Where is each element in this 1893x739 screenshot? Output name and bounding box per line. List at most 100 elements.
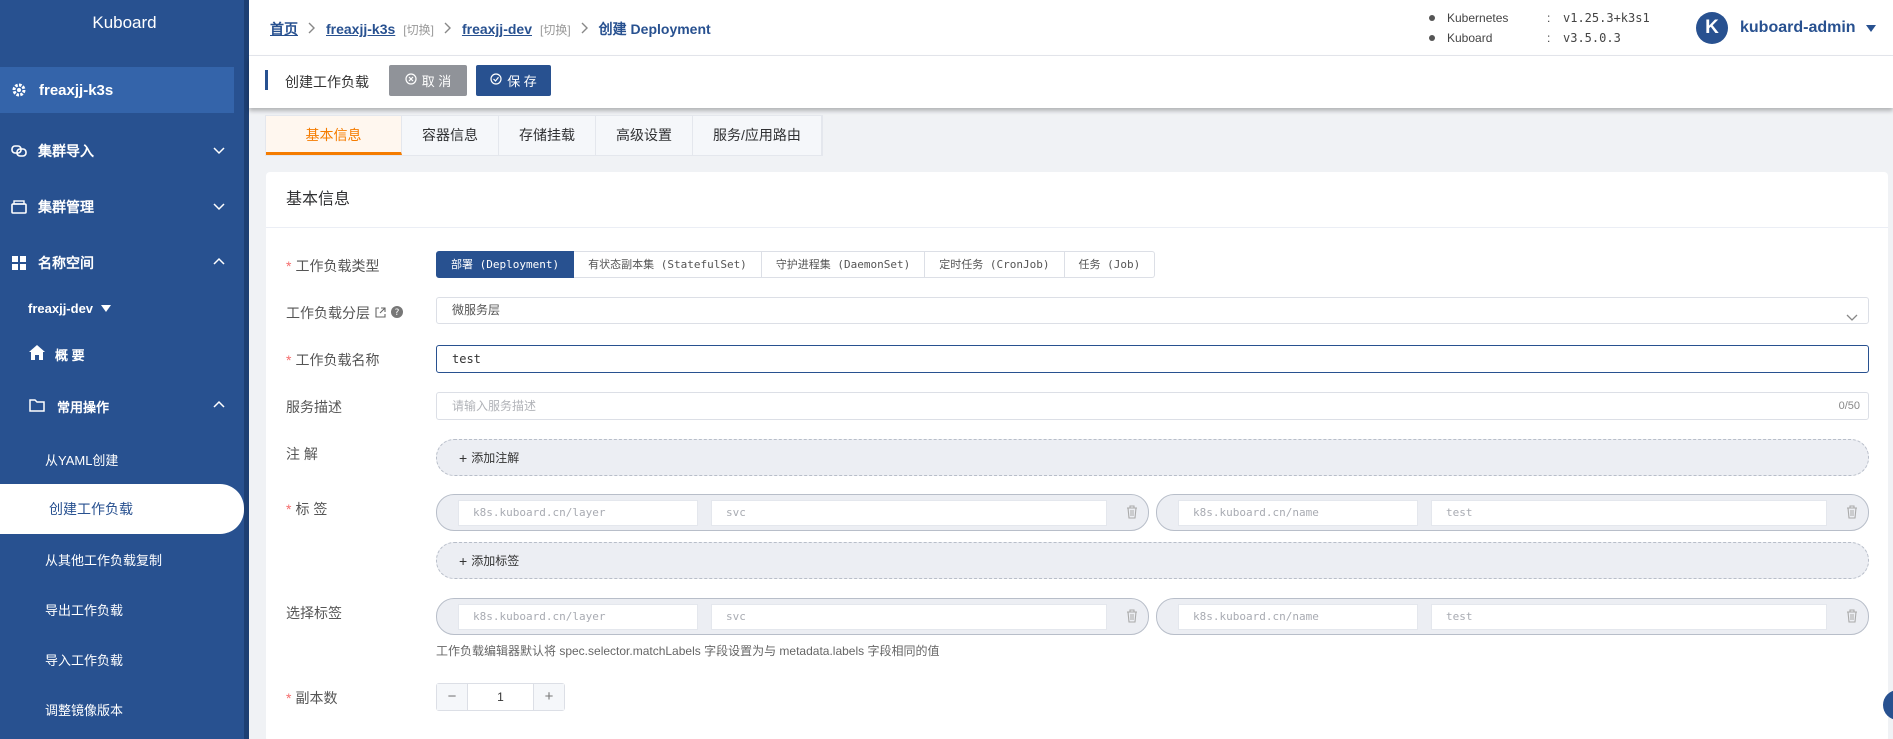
folder-icon	[29, 398, 45, 415]
sidebar-item-label: 常用操作	[57, 399, 110, 415]
workload-name-value: test	[452, 352, 481, 366]
trash-icon[interactable]	[1846, 505, 1858, 522]
sidebar-item-common-ops[interactable]: 常用操作	[0, 383, 244, 429]
breadcrumb-current: 创建 Deployment	[598, 21, 711, 37]
sidebar-item-label: 导出工作负载	[45, 602, 124, 618]
replicas-input[interactable]: 1	[467, 684, 534, 710]
sidebar-item-export-workload[interactable]: 导出工作负载	[0, 586, 244, 632]
version-row: Kubernetes : v1.25.3+k3s1	[1429, 8, 1650, 28]
caret-down-icon	[101, 301, 112, 316]
layer-select[interactable]: 微服务层	[436, 297, 1869, 324]
sidebar-item-label: 调整镜像版本	[45, 702, 124, 718]
selector-hint: 工作负载编辑器默认将 spec.selector.matchLabels 字段设…	[436, 644, 940, 658]
workload-type-cronjob[interactable]: 定时任务 (CronJob)	[925, 251, 1065, 278]
add-annotation-label: 添加注解	[471, 451, 520, 465]
sidebar-item-cluster-import[interactable]: 集群导入	[0, 128, 244, 174]
trash-icon[interactable]	[1126, 505, 1138, 522]
layer-label: 工作负载分层 ?	[286, 303, 403, 323]
external-link-icon[interactable]	[375, 305, 386, 321]
label-value-input[interactable]: test	[1431, 500, 1827, 526]
chevron-down-icon	[212, 143, 226, 160]
sidebar-item-namespace[interactable]: 名称空间	[0, 240, 244, 286]
avatar: K	[1696, 12, 1728, 44]
label-key-input[interactable]: k8s.kuboard.cn/name	[1178, 500, 1418, 526]
selector-value-input[interactable]: test	[1431, 604, 1827, 630]
namespace-label: freaxjj-dev	[28, 300, 94, 316]
tab-basic-info[interactable]: 基本信息	[266, 116, 402, 155]
version-value: v1.25.3+k3s1	[1563, 11, 1650, 25]
tab-advanced-settings[interactable]: 高级设置	[596, 116, 693, 155]
breadcrumb-home[interactable]: 首页	[270, 19, 298, 39]
gear-icon	[10, 81, 28, 99]
tab-container-info[interactable]: 容器信息	[402, 116, 499, 155]
sidebar-item-import-workload[interactable]: 导入工作负载	[0, 636, 244, 682]
tab-storage-mount[interactable]: 存储挂载	[499, 116, 596, 155]
label-value-input[interactable]: svc	[711, 500, 1107, 526]
user-menu[interactable]: K kuboard-admin	[1696, 12, 1876, 44]
caret-down-icon	[1865, 20, 1876, 36]
save-button[interactable]: 保 存	[476, 65, 551, 96]
trash-icon[interactable]	[1846, 609, 1858, 626]
selector-key-input[interactable]: k8s.kuboard.cn/layer	[458, 604, 698, 630]
bullet-icon	[1429, 35, 1435, 41]
workload-type-label: * 工作负载类型	[286, 258, 380, 274]
help-icon[interactable]: ?	[391, 305, 403, 321]
sidebar-item-adjust-image[interactable]: 调整镜像版本	[0, 686, 244, 732]
selector-label: 选择标签	[286, 605, 342, 621]
add-annotation-button[interactable]: + 添加注解	[436, 439, 1869, 476]
workload-type-deployment[interactable]: 部署 (Deployment)	[436, 251, 575, 278]
sidebar: Kuboard freaxjj-k3s 集群导入 集群管理 名称空间 freax…	[0, 0, 249, 739]
section-title: 基本信息	[266, 172, 1888, 228]
sidebar-item-label: 导入工作负载	[45, 652, 124, 668]
sidebar-item-cluster-manage[interactable]: 集群管理	[0, 184, 244, 230]
trash-icon[interactable]	[1126, 609, 1138, 626]
workload-type-group: 部署 (Deployment) 有状态副本集 (StatefulSet) 守护进…	[436, 251, 1156, 278]
annotation-label: 注 解	[286, 446, 318, 462]
chevron-right-icon	[444, 21, 452, 37]
sidebar-item-copy-workload[interactable]: 从其他工作负载复制	[0, 536, 244, 582]
sidebar-scrollbar[interactable]	[244, 0, 249, 739]
bullet-icon	[1429, 15, 1435, 21]
sidebar-item-label: 集群导入	[38, 143, 94, 159]
breadcrumb-namespace[interactable]: freaxjj-dev	[462, 21, 532, 37]
description-input[interactable]: 请输入服务描述 0/50	[436, 392, 1869, 420]
add-label-button[interactable]: + 添加标签	[436, 542, 1869, 579]
breadcrumb-switch-cluster[interactable]: [切换]	[403, 21, 434, 38]
form-tabs: 基本信息 容器信息 存储挂载 高级设置 服务/应用路由	[265, 115, 823, 156]
version-value: v3.5.0.3	[1563, 31, 1621, 45]
version-name: Kubernetes	[1447, 11, 1509, 25]
increment-button[interactable]: +	[534, 684, 564, 710]
username: kuboard-admin	[1740, 19, 1856, 36]
chevron-up-icon	[212, 398, 226, 415]
decrement-button[interactable]: −	[437, 684, 467, 710]
basic-info-card: 基本信息 * 工作负载类型 部署 (Deployment) 有状态副本集 (Sta…	[266, 172, 1888, 739]
sidebar-item-from-yaml[interactable]: 从YAML创建	[0, 436, 244, 482]
namespace-selector[interactable]: freaxjj-dev	[0, 285, 244, 331]
sidebar-item-label: 集群管理	[38, 199, 94, 215]
home-icon	[29, 345, 45, 363]
sidebar-item-overview[interactable]: 概 要	[0, 331, 244, 377]
app-logo[interactable]: Kuboard	[0, 0, 249, 46]
plus-icon: +	[459, 449, 468, 466]
sidebar-cluster[interactable]: freaxjj-k3s	[0, 67, 234, 113]
cancel-button[interactable]: 取 消	[389, 65, 467, 96]
chevron-right-icon	[581, 21, 589, 37]
label-pair: k8s.kuboard.cn/layer svc	[436, 494, 1149, 531]
label-pair: k8s.kuboard.cn/name test	[1156, 494, 1869, 531]
breadcrumb-switch-namespace[interactable]: [切换]	[540, 21, 571, 38]
breadcrumb-cluster[interactable]: freaxjj-k3s	[326, 21, 395, 37]
workload-type-statefulset[interactable]: 有状态副本集 (StatefulSet)	[574, 251, 762, 278]
sidebar-item-create-workload[interactable]: 创建工作负载	[0, 484, 244, 534]
workload-type-job[interactable]: 任务 (Job)	[1064, 251, 1156, 278]
label-key-input[interactable]: k8s.kuboard.cn/layer	[458, 500, 698, 526]
name-label: * 工作负载名称	[286, 352, 380, 368]
chevron-right-icon	[308, 21, 316, 37]
tab-service-route[interactable]: 服务/应用路由	[693, 116, 822, 155]
cancel-label: 取 消	[421, 74, 452, 89]
selector-value-input[interactable]: svc	[711, 604, 1107, 630]
selector-pair: k8s.kuboard.cn/layer svc	[436, 598, 1149, 635]
grid-icon	[10, 256, 28, 270]
workload-name-input[interactable]: test	[436, 345, 1869, 373]
selector-key-input[interactable]: k8s.kuboard.cn/name	[1178, 604, 1418, 630]
workload-type-daemonset[interactable]: 守护进程集 (DaemonSet)	[761, 251, 926, 278]
